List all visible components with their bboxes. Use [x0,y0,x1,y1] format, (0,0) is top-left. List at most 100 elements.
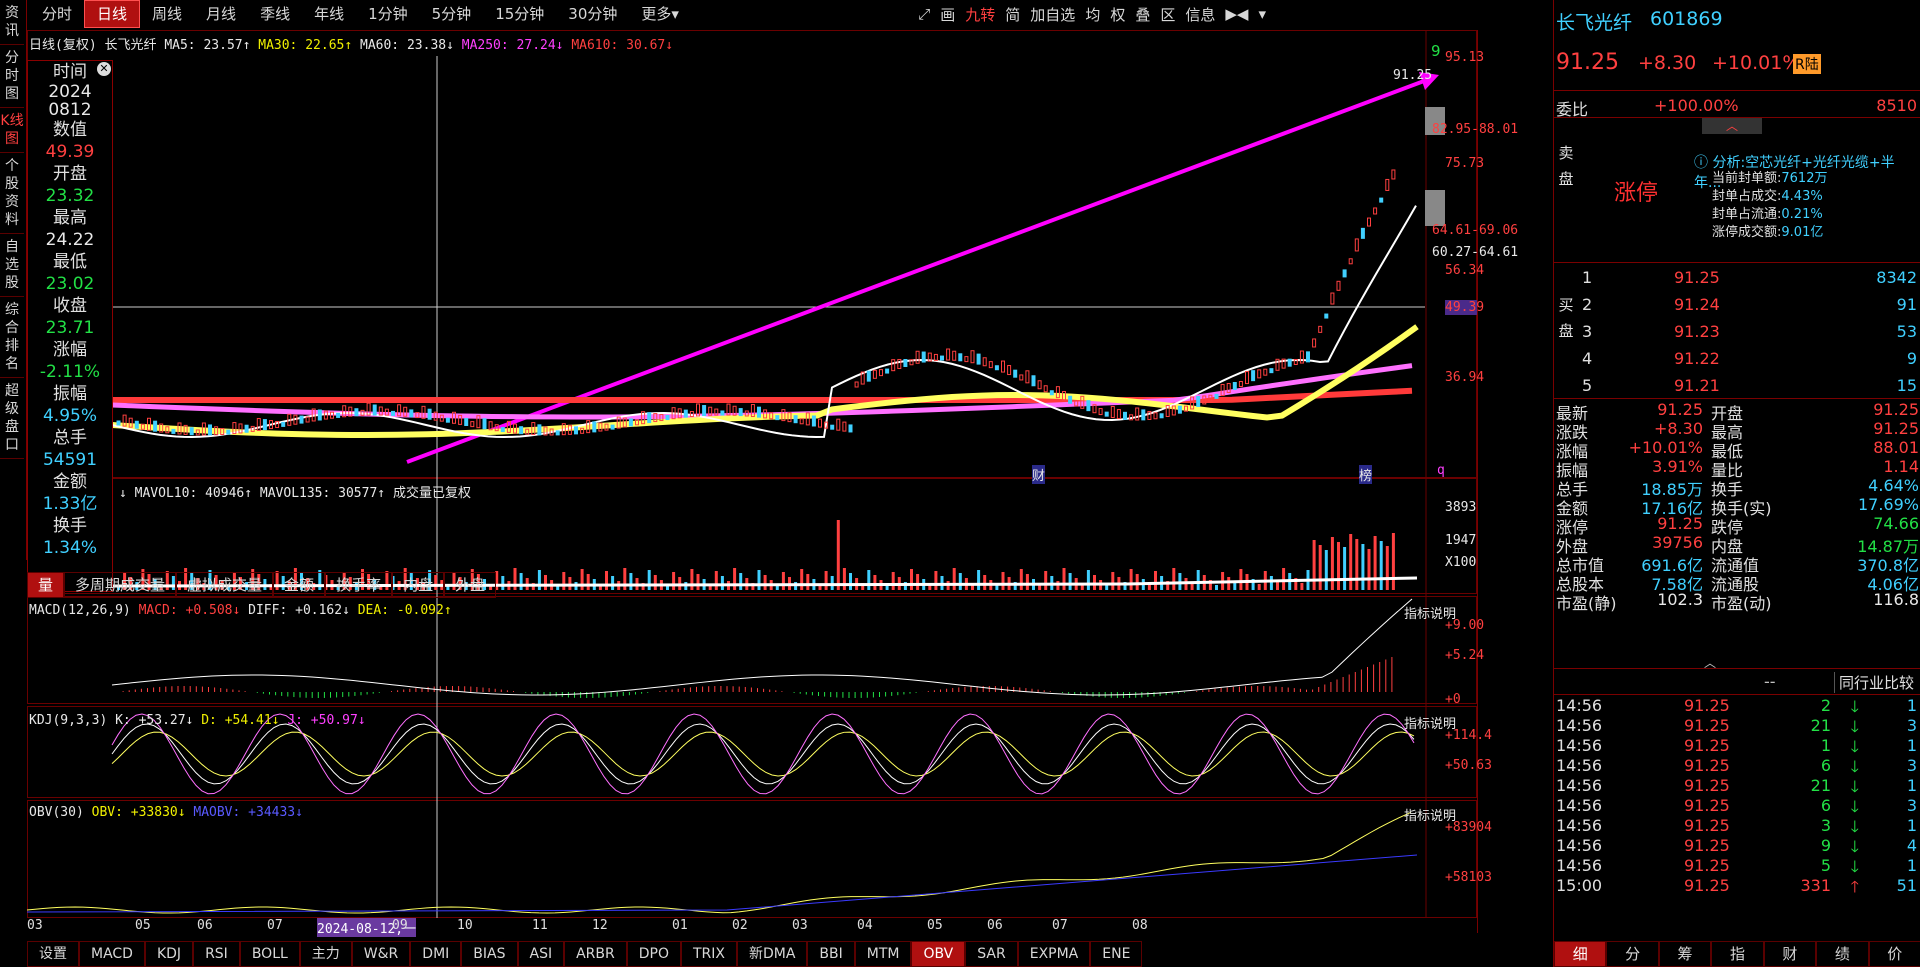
draw-tool-button[interactable]: 画 [940,4,955,25]
nav-super-board[interactable]: 超级盘口 [0,378,24,459]
tab-volume[interactable]: 量 [27,572,65,598]
bang-marker[interactable]: 榜 [1359,465,1373,484]
indicator-tab-kdj[interactable]: KDJ [144,941,194,967]
indicator-tab-bias[interactable]: BIAS [461,941,518,967]
detail-tab[interactable]: 价 [1868,941,1920,967]
close-value: 23.71 [45,318,95,338]
dropdown-icon[interactable]: ▾ [1258,5,1266,23]
tab-15min[interactable]: 15分钟 [483,1,556,27]
peer-compare-button[interactable]: 同行业比较 [1834,672,1914,693]
candle [1025,370,1030,384]
chart-area[interactable]: 9 日线(复权) 长飞光纤 MA5: 23.57↑ MA30: 22.65↑ M… [27,30,1518,937]
fullscreen-icon[interactable]: ⤢ [918,5,930,23]
tick-count: 1 [1906,776,1917,795]
candle [409,409,414,418]
collapse-icon[interactable]: ▶◀ [1225,5,1248,23]
tab-30min[interactable]: 30分钟 [556,1,629,27]
detail-tab[interactable]: 分 [1606,941,1659,967]
tab-virtual-volume[interactable]: 虚拟成交量 [176,572,274,598]
indicator-tab-arbr[interactable]: ARBR [564,941,627,967]
ma5-label: MA5: 23.57↑ [164,38,251,53]
bid-row[interactable]: 1 91.25 8342 [1554,266,1920,289]
volume-bar [623,568,627,590]
q-marker[interactable]: q [1437,463,1445,478]
tab-yearly[interactable]: 年线 [302,1,356,27]
indicator-tab-obv[interactable]: OBV [911,941,966,967]
nav-timeshare[interactable]: 分时图 [0,45,24,108]
cai-marker[interactable]: 财 [1032,465,1046,484]
rights-button[interactable]: 权 [1110,4,1125,25]
tab-multi-volume[interactable]: 多周期成交量 [64,572,177,598]
indicator-tab-boll[interactable]: BOLL [239,941,300,967]
indicator-tab-asi[interactable]: ASI [517,941,565,967]
indicator-tab-mtm[interactable]: MTM [854,941,912,967]
nav-ranking[interactable]: 综合排名 [0,297,24,378]
indicator-tab-[interactable]: 主力 [299,941,352,967]
indicator-tab-bbi[interactable]: BBI [807,941,855,967]
indicator-tab-sar[interactable]: SAR [965,941,1018,967]
simple-button[interactable]: 简 [1005,4,1020,25]
tab-5min[interactable]: 5分钟 [420,1,484,27]
tick-time: 14:56 [1556,856,1603,875]
tab-quarterly[interactable]: 季线 [248,1,302,27]
quote-value: 116.8 [1873,590,1919,609]
detail-tab[interactable]: 指 [1711,941,1764,967]
tab-more[interactable]: 更多▾ [629,1,691,27]
candle [1391,169,1396,180]
tick-row: 14:56 91.25 6 3 🡓 [1554,756,1920,776]
tab-weekly[interactable]: 周线 [140,1,194,27]
tab-turnover[interactable]: 换手率 [325,572,393,598]
tick-volume: 9 [1820,836,1831,855]
overlay-button[interactable]: 叠 [1135,4,1150,25]
candle [1043,385,1048,393]
tab-outer[interactable]: 外盘 [444,572,497,598]
indicator-tab-wr[interactable]: W&R [351,941,411,967]
detail-tab[interactable]: 筹 [1658,941,1712,967]
indicator-tab-dma[interactable]: 新DMA [736,941,808,967]
indicator-tab-expma[interactable]: EXPMA [1017,941,1091,967]
add-watchlist-button[interactable]: 加自选 [1030,4,1075,25]
bid-row[interactable]: 3 91.23 53 [1554,320,1920,343]
nav-kline[interactable]: K线图 [0,108,24,153]
indicator-tab-dmi[interactable]: DMI [410,941,462,967]
candle [1269,368,1274,374]
tab-timeshare[interactable]: 分时 [30,1,84,27]
tab-daily[interactable]: 日线 [84,0,141,28]
indicator-tab-dpo[interactable]: DPO [626,941,681,967]
bid-volume: 91 [1896,295,1917,314]
detail-tab[interactable]: 绩 [1816,941,1869,967]
indicator-tab-[interactable]: 设置 [27,941,79,967]
detail-tab[interactable]: 细 [1554,941,1607,967]
bid-row[interactable]: 2 91.24 91 [1554,293,1920,316]
collapse-up-icon[interactable]: ︿ [1702,118,1762,134]
candle [134,420,139,429]
bid-row[interactable]: 4 91.22 9 [1554,347,1920,370]
tab-inner[interactable]: 内盘 [392,572,445,598]
tab-1min[interactable]: 1分钟 [356,1,420,27]
limit-detail-value: 4.43% [1781,189,1823,204]
obv-header: OBV(30) OBV: +33830↓ MAOBV: +34433↓ [29,805,303,820]
info-button[interactable]: 信息 [1185,4,1215,25]
tab-amount[interactable]: 金额 [273,572,326,598]
ma60-label: MA60: 23.38↓ [360,38,454,53]
indicator-tab-rsi[interactable]: RSI [193,941,240,967]
volume-bar [1312,540,1316,590]
indicator-tab-trix[interactable]: TRIX [680,941,737,967]
average-button[interactable]: 均 [1085,4,1100,25]
range-button[interactable]: 区 [1160,4,1175,25]
volume-bar [519,573,523,590]
nav-watchlist[interactable]: 自选股 [0,234,24,297]
bid-level: 2 [1582,295,1593,314]
rzrq-badge[interactable]: R陆 [1793,54,1821,74]
nine-turn-button[interactable]: 九转 [965,4,995,25]
nav-stock-info[interactable]: 个股资料 [0,153,24,234]
indicator-tab-ene[interactable]: ENE [1090,941,1143,967]
indicator-tab-macd[interactable]: MACD [79,941,145,967]
price-axis-top: 95.13 [1445,50,1485,65]
detail-tab[interactable]: 财 [1763,941,1817,967]
close-icon[interactable]: ✕ [97,62,111,76]
candle [1104,411,1109,417]
nav-news[interactable]: 资讯 [0,0,24,45]
bid-row[interactable]: 5 91.21 15 [1554,374,1920,397]
tab-monthly[interactable]: 月线 [194,1,248,27]
